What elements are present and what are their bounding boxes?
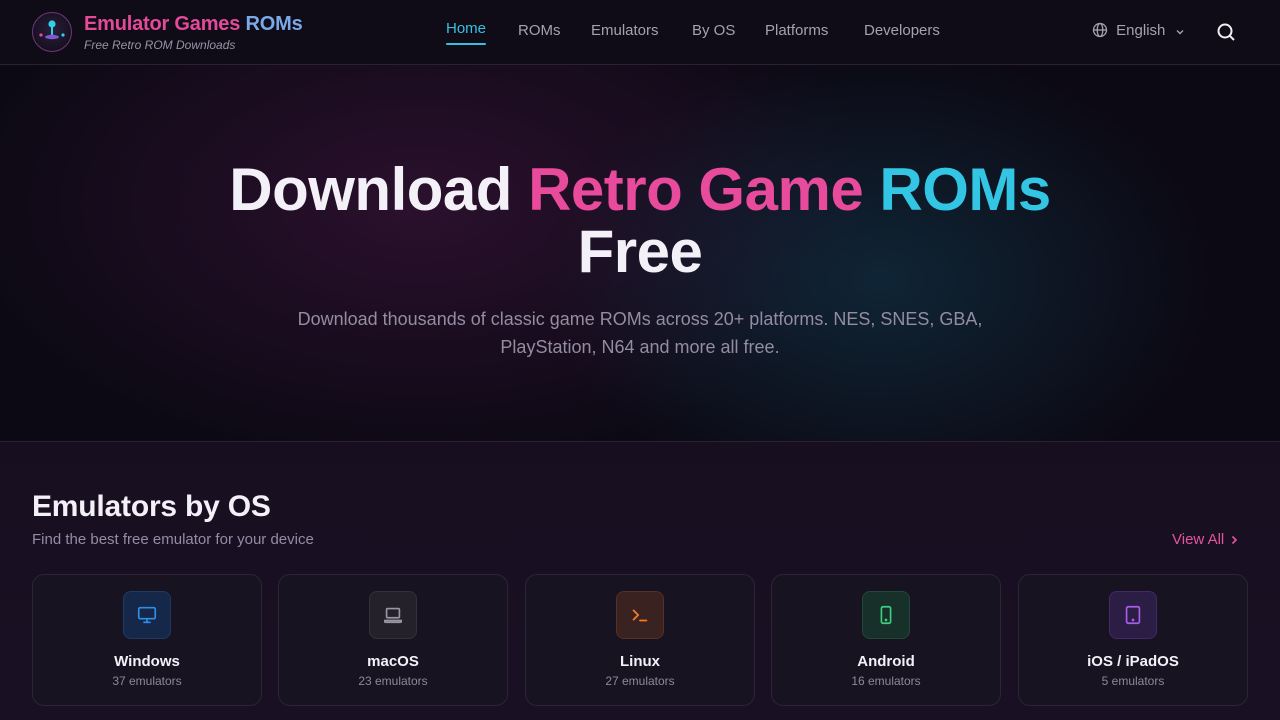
os-card-android[interactable]: Android 16 emulators	[771, 574, 1001, 706]
joystick-icon[interactable]	[32, 12, 72, 52]
hero-section: Download Retro Game ROMs Free Download t…	[0, 65, 1280, 442]
search-icon[interactable]	[1214, 20, 1238, 44]
monitor-icon	[123, 591, 171, 639]
language-selector[interactable]: English	[1092, 22, 1186, 42]
nav-home[interactable]: Home	[446, 20, 487, 45]
tablet-icon	[1109, 591, 1157, 639]
hero-title-part2: Retro Game	[528, 156, 880, 223]
hero-title: Download Retro Game ROMs Free	[0, 159, 1280, 283]
emulators-by-os-section: Emulators by OS Find the best free emula…	[0, 442, 1280, 720]
hero-title-part3: ROMs	[879, 156, 1051, 223]
view-all-link[interactable]: View All	[1172, 531, 1240, 548]
os-card-windows[interactable]: Windows 37 emulators	[32, 574, 262, 706]
os-card-macos[interactable]: macOS 23 emulators	[278, 574, 508, 706]
site-header: Emulator Games ROMs Free Retro ROM Downl…	[0, 0, 1280, 65]
os-card-count: 5 emulators	[1101, 674, 1165, 688]
os-card-name: Android	[857, 653, 915, 670]
site-title-part1: Emulator Games	[84, 13, 246, 35]
os-card-count: 37 emulators	[112, 674, 182, 688]
site-tagline: Free Retro ROM Downloads	[84, 38, 236, 52]
os-card-ios[interactable]: iOS / iPadOS 5 emulators	[1018, 574, 1248, 706]
os-card-name: Windows	[114, 653, 180, 670]
terminal-icon	[616, 591, 664, 639]
chevron-right-icon	[1224, 531, 1240, 548]
os-card-count: 27 emulators	[605, 674, 675, 688]
os-card-name: macOS	[367, 653, 419, 670]
nav-developers[interactable]: Developers	[864, 22, 940, 39]
os-card-name: iOS / iPadOS	[1087, 653, 1179, 670]
os-card-name: Linux	[620, 653, 660, 670]
laptop-icon	[369, 591, 417, 639]
nav-by-os[interactable]: By OS	[692, 22, 735, 39]
hero-title-part1: Download	[229, 156, 529, 223]
nav-emulators[interactable]: Emulators	[591, 22, 659, 39]
nav-platforms[interactable]: Platforms	[765, 22, 828, 39]
smartphone-icon	[862, 591, 910, 639]
nav-roms[interactable]: ROMs	[518, 22, 561, 39]
chevron-down-icon	[1169, 22, 1185, 39]
section-title: Emulators by OS	[32, 490, 271, 523]
globe-icon	[1092, 22, 1112, 39]
os-card-linux[interactable]: Linux 27 emulators	[525, 574, 755, 706]
view-all-label: View All	[1172, 531, 1225, 548]
hero-description: Download thousands of classic game ROMs …	[297, 309, 983, 357]
os-card-count: 16 emulators	[851, 674, 921, 688]
section-subtitle: Find the best free emulator for your dev…	[32, 531, 314, 548]
os-card-count: 23 emulators	[358, 674, 428, 688]
site-title-part2: ROMs	[245, 13, 303, 35]
language-label: English	[1116, 22, 1166, 39]
hero-title-part4: Free	[577, 218, 703, 285]
site-title[interactable]: Emulator Games ROMs	[84, 13, 303, 36]
